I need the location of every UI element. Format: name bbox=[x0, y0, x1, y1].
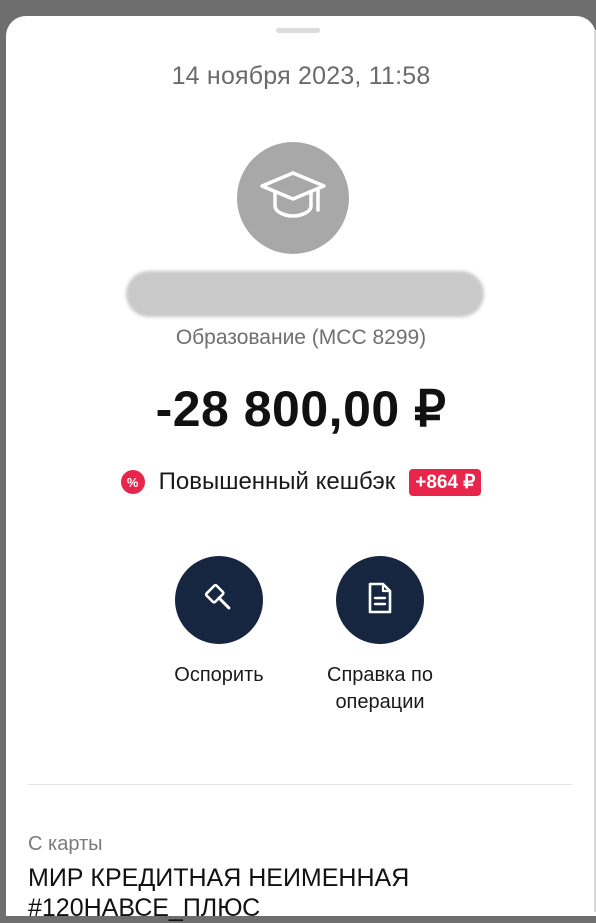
operation-certificate-button[interactable]: Справка по операции bbox=[320, 556, 440, 716]
source-card-caption: С карты bbox=[28, 833, 103, 855]
operation-details-sheet: 14 ноября 2023, 11:58 Образование (MCC 8… bbox=[6, 16, 596, 922]
dispute-label: Оспорить bbox=[174, 664, 264, 686]
percent-icon: % bbox=[120, 470, 145, 494]
document-icon bbox=[365, 581, 395, 620]
certificate-button-circle[interactable] bbox=[336, 556, 424, 644]
category-label: Образование (MCC 8299) bbox=[175, 326, 427, 349]
source-card-name[interactable]: МИР КРЕДИТНАЯ НЕИМЕННАЯ #120НАВСЕ_ПЛЮС bbox=[28, 863, 568, 923]
merchant-name-hidden bbox=[126, 271, 484, 317]
graduation-cap-icon bbox=[258, 166, 328, 231]
dispute-button[interactable]: Оспорить bbox=[159, 556, 279, 689]
operation-datetime: 14 ноября 2023, 11:58 bbox=[171, 62, 431, 90]
gavel-icon bbox=[202, 581, 236, 620]
cashback-row[interactable]: % Повышенный кешбэк +864 ₽ bbox=[6, 468, 596, 496]
sheet-drag-handle[interactable] bbox=[276, 28, 320, 33]
operation-amount: -28 800,00 ₽ bbox=[155, 381, 447, 437]
cashback-label: Повышенный кешбэк bbox=[158, 468, 396, 495]
dispute-button-circle[interactable] bbox=[175, 556, 263, 644]
cashback-value-badge: +864 ₽ bbox=[409, 468, 482, 496]
category-avatar bbox=[237, 142, 349, 254]
section-divider bbox=[28, 784, 572, 785]
certificate-label: Справка по операции bbox=[327, 664, 433, 713]
